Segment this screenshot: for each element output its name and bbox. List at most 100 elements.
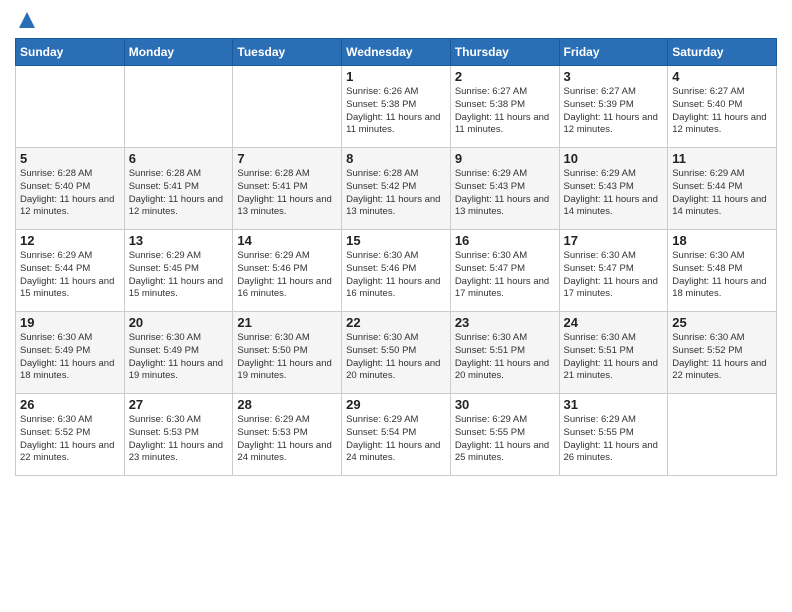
calendar-cell: 11Sunrise: 6:29 AMSunset: 5:44 PMDayligh…: [668, 148, 777, 230]
day-number: 25: [672, 315, 772, 330]
sunset-text: Sunset: 5:51 PM: [455, 345, 525, 356]
day-number: 12: [20, 233, 120, 248]
daylight-text: Daylight: 11 hours and 17 minutes.: [564, 276, 658, 300]
day-info: Sunrise: 6:29 AMSunset: 5:45 PMDaylight:…: [129, 250, 229, 301]
sunset-text: Sunset: 5:53 PM: [129, 427, 199, 438]
day-info: Sunrise: 6:30 AM Sunset: 5:51 PM Daylight:…: [564, 332, 664, 383]
daylight-text: Daylight: 11 hours and 22 minutes.: [672, 358, 766, 382]
calendar-cell: 24 Sunrise: 6:30 AM Sunset: 5:51 PM Dayligh…: [559, 312, 668, 394]
day-info: Sunrise: 6:26 AMSunset: 5:38 PMDaylight:…: [346, 86, 446, 137]
calendar-cell: 13Sunrise: 6:29 AMSunset: 5:45 PMDayligh…: [124, 230, 233, 312]
sunrise-text: Sunrise: 6:28 AM: [20, 168, 92, 179]
daylight-text: Daylight: 11 hours and 25 minutes.: [455, 440, 549, 464]
daylight-text: Daylight: 11 hours and 14 minutes.: [672, 194, 766, 218]
day-number: 18: [672, 233, 772, 248]
day-number: 2: [455, 69, 555, 84]
day-number: 10: [564, 151, 664, 166]
sunrise-text: Sunrise: 6:30 AM: [564, 332, 636, 343]
sunrise-text: Sunrise: 6:29 AM: [564, 414, 636, 425]
day-number: 22: [346, 315, 446, 330]
day-info: Sunrise: 6:29 AMSunset: 5:44 PMDaylight:…: [20, 250, 120, 301]
day-number: 4: [672, 69, 772, 84]
day-info: Sunrise: 6:28 AMSunset: 5:41 PMDaylight:…: [237, 168, 337, 219]
weekday-header: Monday: [124, 39, 233, 66]
sunrise-text: Sunrise: 6:30 AM: [455, 250, 527, 261]
calendar-cell: 31Sunrise: 6:29 AMSunset: 5:55 PMDayligh…: [559, 394, 668, 476]
daylight-text: Daylight: 11 hours and 14 minutes.: [564, 194, 658, 218]
sunrise-text: Sunrise: 6:29 AM: [237, 250, 309, 261]
calendar-cell: 19Sunrise: 6:30 AMSunset: 5:49 PMDayligh…: [16, 312, 125, 394]
sunset-text: Sunset: 5:43 PM: [455, 181, 525, 192]
day-info: Sunrise: 6:28 AMSunset: 5:42 PMDaylight:…: [346, 168, 446, 219]
daylight-text: Daylight: 11 hours and 24 minutes.: [346, 440, 440, 464]
sunrise-text: Sunrise: 6:30 AM: [129, 332, 201, 343]
calendar-cell: 12 Sunrise: 6:29 AMSunset: 5:44 PMDayligh…: [16, 230, 125, 312]
day-number: 8: [346, 151, 446, 166]
day-number: 1: [346, 69, 446, 84]
day-number: 21: [237, 315, 337, 330]
daylight-text: Daylight: 11 hours and 13 minutes.: [455, 194, 549, 218]
calendar-cell: [16, 66, 125, 148]
day-info: Sunrise: 6:30 AMSunset: 5:52 PMDaylight:…: [20, 414, 120, 465]
page-header: [15, 10, 777, 30]
day-info: Sunrise: 6:29 AM Sunset: 5:55 PM Daylight:…: [564, 414, 664, 465]
sunset-text: Sunset: 5:46 PM: [346, 263, 416, 274]
sunrise-text: Sunrise: 6:29 AM: [129, 250, 201, 261]
day-info: Sunrise: 6:29 AMSunset: 5:53 PMDaylight:…: [237, 414, 337, 465]
day-info: Sunrise: 6:30 AMSunset: 5:50 PMDaylight:…: [346, 332, 446, 383]
daylight-text: Daylight: 11 hours and 19 minutes.: [129, 358, 223, 382]
sunrise-text: Sunrise: 6:30 AM: [20, 414, 92, 425]
day-number: 24: [564, 315, 664, 330]
calendar-cell: 22Sunrise: 6:30 AMSunset: 5:50 PMDayligh…: [342, 312, 451, 394]
daylight-text: Daylight: 11 hours and 12 minutes.: [564, 112, 658, 136]
sunset-text: Sunset: 5:48 PM: [672, 263, 742, 274]
calendar-cell: 20Sunrise: 6:30 AMSunset: 5:49 PMDayligh…: [124, 312, 233, 394]
daylight-text: Daylight: 11 hours and 22 minutes.: [20, 440, 114, 464]
day-number: 15: [346, 233, 446, 248]
daylight-text: Daylight: 11 hours and 24 minutes.: [237, 440, 331, 464]
sunrise-text: Sunrise: 6:28 AM: [237, 168, 309, 179]
sunrise-text: Sunrise: 6:29 AM: [455, 414, 527, 425]
sunset-text: Sunset: 5:50 PM: [346, 345, 416, 356]
weekday-header: Sunday: [16, 39, 125, 66]
sunrise-text: Sunrise: 6:30 AM: [564, 250, 636, 261]
logo: [15, 10, 37, 30]
sunrise-text: Sunrise: 6:26 AM: [346, 86, 418, 97]
calendar-cell: 2Sunrise: 6:27 AMSunset: 5:38 PMDaylight…: [450, 66, 559, 148]
daylight-text: Daylight: 11 hours and 20 minutes.: [455, 358, 549, 382]
sunrise-text: Sunrise: 6:30 AM: [346, 332, 418, 343]
sunset-text: Sunset: 5:55 PM: [455, 427, 525, 438]
daylight-text: Daylight: 11 hours and 12 minutes.: [129, 194, 223, 218]
daylight-text: Daylight: 11 hours and 15 minutes.: [20, 276, 114, 300]
sunset-text: Sunset: 5:40 PM: [672, 99, 742, 110]
day-number: 14: [237, 233, 337, 248]
daylight-text: Daylight: 11 hours and 15 minutes.: [129, 276, 223, 300]
sunset-text: Sunset: 5:50 PM: [237, 345, 307, 356]
weekday-header: Thursday: [450, 39, 559, 66]
day-info: Sunrise: 6:27 AMSunset: 5:39 PMDaylight:…: [564, 86, 664, 137]
calendar-cell: 8 Sunrise: 6:28 AMSunset: 5:42 PMDaylight…: [342, 148, 451, 230]
calendar-header: SundayMondayTuesdayWednesdayThursdayFrid…: [16, 39, 777, 66]
day-info: Sunrise: 6:30 AMSunset: 5:46 PMDaylight:…: [346, 250, 446, 301]
day-number: 23: [455, 315, 555, 330]
calendar-cell: 21Sunrise: 6:30 AMSunset: 5:50 PMDayligh…: [233, 312, 342, 394]
day-number: 9: [455, 151, 555, 166]
sunrise-text: Sunrise: 6:30 AM: [237, 332, 309, 343]
sunset-text: Sunset: 5:51 PM: [564, 345, 634, 356]
day-info: Sunrise: 6:29 AMSunset: 5:43 PMDaylight:…: [564, 168, 664, 219]
sunrise-text: Sunrise: 6:27 AM: [564, 86, 636, 97]
calendar-cell: 17Sunrise: 6:30 AMSunset: 5:47 PMDayligh…: [559, 230, 668, 312]
calendar-table: SundayMondayTuesdayWednesdayThursdayFrid…: [15, 38, 777, 476]
sunset-text: Sunset: 5:49 PM: [20, 345, 90, 356]
weekday-header: Wednesday: [342, 39, 451, 66]
calendar-cell: 26Sunrise: 6:30 AMSunset: 5:52 PMDayligh…: [16, 394, 125, 476]
daylight-text: Daylight: 11 hours and 21 minutes.: [564, 358, 658, 382]
calendar-cell: 1 Sunrise: 6:26 AMSunset: 5:38 PMDaylight…: [342, 66, 451, 148]
sunset-text: Sunset: 5:47 PM: [455, 263, 525, 274]
sunset-text: Sunset: 5:44 PM: [20, 263, 90, 274]
day-number: 29: [346, 397, 446, 412]
sunrise-text: Sunrise: 6:30 AM: [20, 332, 92, 343]
daylight-text: Daylight: 11 hours and 26 minutes.: [564, 440, 658, 464]
sunset-text: Sunset: 5:55 PM: [564, 427, 634, 438]
sunset-text: Sunset: 5:41 PM: [129, 181, 199, 192]
